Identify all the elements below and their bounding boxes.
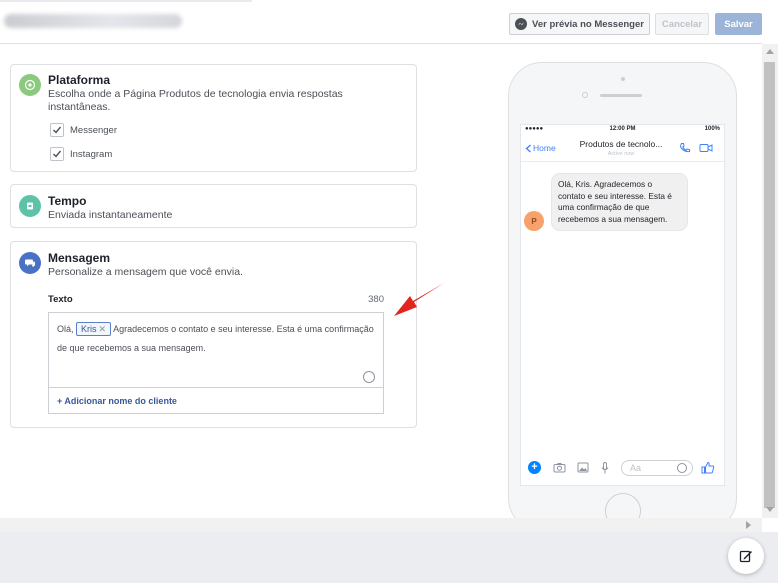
phone-speaker (600, 94, 642, 97)
messenger-option-label: Messenger (70, 124, 117, 136)
platform-icon (19, 74, 41, 96)
composer-emoji-icon[interactable] (677, 463, 687, 473)
top-bar: Ver prévia no Messenger Cancelar Salvar (0, 0, 762, 44)
save-button[interactable]: Salvar (715, 13, 762, 35)
phone-camera (621, 77, 625, 81)
platform-description: Escolha onde a Página Produtos de tecnol… (48, 88, 343, 113)
platform-title: Plataforma (48, 73, 111, 87)
character-count: 380 (368, 294, 384, 305)
chat-page-name: Produtos de tecnolo... (579, 139, 663, 149)
timing-card: Tempo Enviada instantaneamente (10, 184, 417, 228)
emoji-picker-icon[interactable] (363, 371, 375, 383)
microphone-icon[interactable] (601, 462, 609, 474)
horizontal-scrollbar[interactable] (0, 518, 762, 532)
instagram-option[interactable]: Instagram (50, 147, 112, 161)
message-bubble: Olá, Kris. Agradecemos o contato e seu i… (551, 173, 688, 231)
compose-button[interactable] (728, 538, 764, 574)
timing-title: Tempo (48, 194, 87, 208)
composer-placeholder: Aa (630, 463, 642, 473)
timing-icon (19, 195, 41, 217)
chat-status: Active now (607, 151, 635, 157)
phone-preview: ●●●●● 12:00 PM 100% Home Produtos de tec… (508, 62, 737, 532)
annotation-arrow-icon (394, 283, 444, 316)
phone-front-sensor (582, 92, 588, 98)
text-before-token: Olá, (57, 324, 77, 334)
message-text[interactable]: Olá, Kris ✕ Agradecemos o contato e seu i… (57, 320, 377, 358)
image-icon[interactable] (577, 462, 589, 473)
platform-card: Plataforma Escolha onde a Página Produto… (10, 64, 417, 172)
message-description: Personalize a mensagem que você envia. (48, 266, 243, 278)
remove-token-icon[interactable]: ✕ (99, 324, 107, 334)
status-bar: ●●●●● 12:00 PM 100% (521, 125, 724, 134)
camera-icon[interactable] (553, 462, 566, 473)
back-home-link[interactable]: Home (525, 143, 556, 153)
instagram-checkbox[interactable] (50, 147, 64, 161)
message-card: Mensagem Personalize a mensagem que você… (10, 241, 417, 428)
scroll-right-arrow-icon[interactable] (746, 521, 751, 529)
page-avatar: P (524, 211, 544, 231)
battery-level: 100% (704, 126, 720, 132)
message-composer: + Aa (521, 458, 724, 478)
preview-label: Ver prévia no Messenger (532, 18, 644, 30)
scroll-thumb[interactable] (764, 62, 775, 508)
back-label: Home (533, 143, 556, 153)
message-text-area[interactable]: Olá, Kris ✕ Agradecemos o contato e seu i… (48, 312, 384, 388)
plus-icon[interactable]: + (528, 461, 541, 474)
customer-name-token[interactable]: Kris ✕ (76, 322, 112, 336)
preview-in-messenger-button[interactable]: Ver prévia no Messenger (509, 13, 650, 35)
message-title: Mensagem (48, 251, 111, 265)
compose-icon (739, 550, 752, 563)
add-customer-name-label: + Adicionar nome do cliente (57, 396, 177, 406)
cancel-button[interactable]: Cancelar (655, 13, 709, 35)
scroll-down-arrow-icon[interactable] (766, 507, 774, 512)
chevron-left-icon (525, 144, 531, 152)
top-divider (0, 0, 252, 2)
scroll-up-arrow-icon[interactable] (766, 49, 774, 54)
message-icon (19, 252, 41, 274)
messenger-screen: ●●●●● 12:00 PM 100% Home Produtos de tec… (520, 124, 725, 486)
text-field-label: Texto (48, 294, 73, 305)
chat-header: Home Produtos de tecnolo... Active now (521, 134, 724, 162)
messenger-checkbox[interactable] (50, 123, 64, 137)
status-time: 12:00 PM (609, 126, 636, 132)
composer-input[interactable]: Aa (621, 460, 693, 476)
messenger-option[interactable]: Messenger (50, 123, 117, 137)
blurred-breadcrumb (4, 14, 182, 28)
phone-call-icon[interactable] (679, 142, 691, 154)
vertical-scrollbar[interactable] (762, 44, 778, 518)
timing-description: Enviada instantaneamente (48, 209, 173, 221)
bottom-panel (0, 532, 778, 583)
thumbs-up-icon[interactable] (701, 461, 715, 474)
video-call-icon[interactable] (699, 143, 713, 153)
add-customer-name-button[interactable]: + Adicionar nome do cliente (48, 388, 384, 414)
messenger-icon (515, 18, 528, 30)
token-label: Kris (81, 324, 97, 334)
instagram-option-label: Instagram (70, 148, 113, 160)
